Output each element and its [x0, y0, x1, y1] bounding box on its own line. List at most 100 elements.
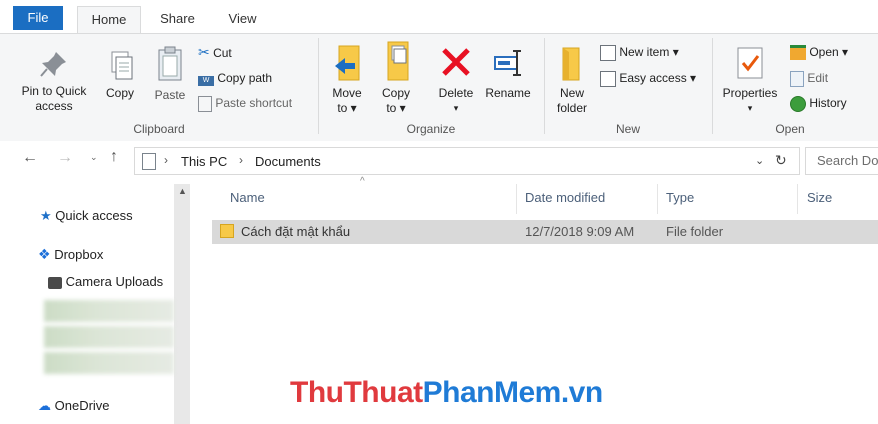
properties-arrow: ▾ — [747, 103, 753, 113]
blurred-nav-item — [44, 352, 174, 374]
folder-icon — [220, 224, 234, 238]
tab-share[interactable]: Share — [150, 6, 205, 34]
paste-button[interactable]: Paste — [150, 44, 190, 103]
ribbon-tab-bar: File Home Share View — [0, 0, 878, 34]
copy-path-label: Copy path — [217, 71, 273, 85]
copy-to-button[interactable]: Copy to ▾ — [375, 40, 417, 116]
watermark-part2: PhanMem — [422, 376, 562, 409]
move-to-label-line1: Move — [332, 86, 362, 100]
watermark-logo: ThuThuatPhanMem.vn — [290, 376, 603, 410]
rename-button[interactable]: Rename — [482, 44, 534, 101]
search-input[interactable]: Search Do — [805, 147, 878, 175]
navigation-pane-scrollbar[interactable]: ▲ — [174, 184, 190, 424]
group-divider — [318, 38, 319, 134]
properties-icon — [737, 47, 763, 79]
pin-label-line1: Pin to Quick — [21, 84, 87, 98]
tab-view[interactable]: View — [215, 6, 270, 34]
camera-folder-icon — [48, 276, 62, 289]
new-folder-button[interactable]: New folder — [550, 44, 594, 116]
open-group-label: Open — [775, 122, 805, 136]
blurred-nav-item — [44, 300, 174, 322]
paste-label: Paste — [154, 88, 186, 102]
tab-home[interactable]: Home — [77, 6, 141, 34]
edit-label: Edit — [807, 71, 829, 85]
address-dropdown-icon[interactable]: ⌄ — [755, 154, 764, 167]
copy-button[interactable]: Copy — [100, 48, 140, 101]
open-label: Open ▾ — [809, 45, 849, 59]
copy-path-icon: W — [198, 76, 214, 86]
clipboard-group-label: Clipboard — [133, 122, 185, 136]
column-header-date[interactable]: Date modified — [525, 190, 605, 205]
group-divider — [544, 38, 545, 134]
pin-label-line2: access — [35, 99, 73, 113]
breadcrumb-this-pc[interactable]: This PC — [181, 154, 227, 169]
column-divider[interactable] — [797, 184, 798, 214]
new-item-icon — [600, 44, 616, 61]
nav-camera-uploads-label: Camera Uploads — [65, 274, 164, 289]
history-icon — [790, 95, 806, 112]
column-header-size[interactable]: Size — [807, 190, 832, 205]
delete-arrow: ▾ — [453, 103, 459, 113]
move-to-button[interactable]: Move to ▾ — [326, 44, 368, 116]
up-arrow-icon[interactable]: ↑ — [110, 148, 118, 166]
easy-access-button[interactable]: Easy access ▾ — [600, 70, 696, 87]
recent-locations-chevron-icon[interactable]: ⌄ — [90, 152, 98, 163]
nav-item-onedrive[interactable]: ☁ OneDrive — [38, 398, 110, 414]
delete-label: Delete — [438, 86, 474, 100]
properties-button[interactable]: Properties ▾ — [718, 44, 782, 116]
delete-x-icon — [442, 48, 470, 76]
copy-to-label-line1: Copy — [381, 86, 410, 100]
refresh-icon[interactable]: ↻ — [775, 152, 787, 169]
rename-label: Rename — [485, 86, 531, 100]
ribbon: Pin to Quick access Copy Paste ✂ Cut W C… — [0, 33, 878, 142]
tab-file[interactable]: File — [13, 6, 63, 30]
new-group-label: New — [615, 122, 640, 136]
back-arrow-icon[interactable]: ← — [22, 149, 38, 167]
organize-group-label: Organize — [406, 122, 456, 136]
forward-arrow-icon[interactable]: → — [57, 149, 73, 167]
scroll-up-arrow-icon[interactable]: ▲ — [178, 186, 187, 196]
column-header-type[interactable]: Type — [666, 190, 694, 205]
new-folder-label-line2: folder — [556, 101, 588, 115]
history-button[interactable]: History — [790, 95, 847, 112]
cloud-icon: ☁ — [38, 398, 51, 413]
open-button[interactable]: Open ▾ — [790, 44, 849, 61]
address-bar[interactable]: › This PC › Documents ⌄ ↻ — [134, 147, 800, 175]
nav-item-quick-access[interactable]: ★ Quick access — [40, 208, 133, 224]
column-divider[interactable] — [657, 184, 658, 214]
edit-icon — [790, 70, 804, 87]
paste-shortcut-icon — [198, 95, 212, 112]
move-to-icon — [335, 45, 360, 81]
nav-item-camera-uploads[interactable]: Camera Uploads — [48, 274, 163, 289]
history-label: History — [809, 96, 847, 110]
breadcrumb-separator-icon: › — [164, 153, 168, 167]
pin-to-quick-access-button[interactable]: Pin to Quick access — [14, 48, 94, 114]
cut-button[interactable]: ✂ Cut — [198, 44, 232, 61]
breadcrumb-documents[interactable]: Documents — [255, 154, 321, 169]
nav-item-dropbox[interactable]: ❖ Dropbox — [38, 246, 103, 263]
column-divider[interactable] — [516, 184, 517, 214]
copy-to-icon — [387, 41, 409, 81]
move-to-label-line2: to ▾ — [337, 101, 357, 115]
edit-button[interactable]: Edit — [790, 70, 828, 87]
star-icon: ★ — [40, 208, 52, 223]
pin-icon — [40, 52, 66, 77]
properties-label: Properties — [722, 86, 778, 100]
nav-quick-access-label: Quick access — [55, 208, 133, 223]
rename-icon — [494, 50, 521, 76]
file-type-cell: File folder — [666, 224, 724, 239]
delete-button[interactable]: Delete ▾ — [432, 44, 480, 116]
breadcrumb-separator-icon: › — [239, 153, 243, 167]
scissors-icon: ✂ — [198, 44, 210, 60]
watermark-part1: ThuThuat — [290, 376, 423, 409]
paste-shortcut-label: Paste shortcut — [215, 96, 293, 110]
new-item-button[interactable]: New item ▾ — [600, 44, 679, 61]
file-name-cell[interactable]: Cách đặt mật khẩu — [241, 224, 350, 239]
column-header-name[interactable]: Name — [230, 190, 265, 205]
new-item-label: New item ▾ — [619, 45, 679, 59]
group-divider — [712, 38, 713, 134]
paste-shortcut-button[interactable]: Paste shortcut — [198, 95, 292, 112]
easy-access-label: Easy access ▾ — [619, 71, 697, 85]
nav-onedrive-label: OneDrive — [54, 398, 110, 413]
copy-path-button[interactable]: W Copy path — [198, 70, 272, 86]
